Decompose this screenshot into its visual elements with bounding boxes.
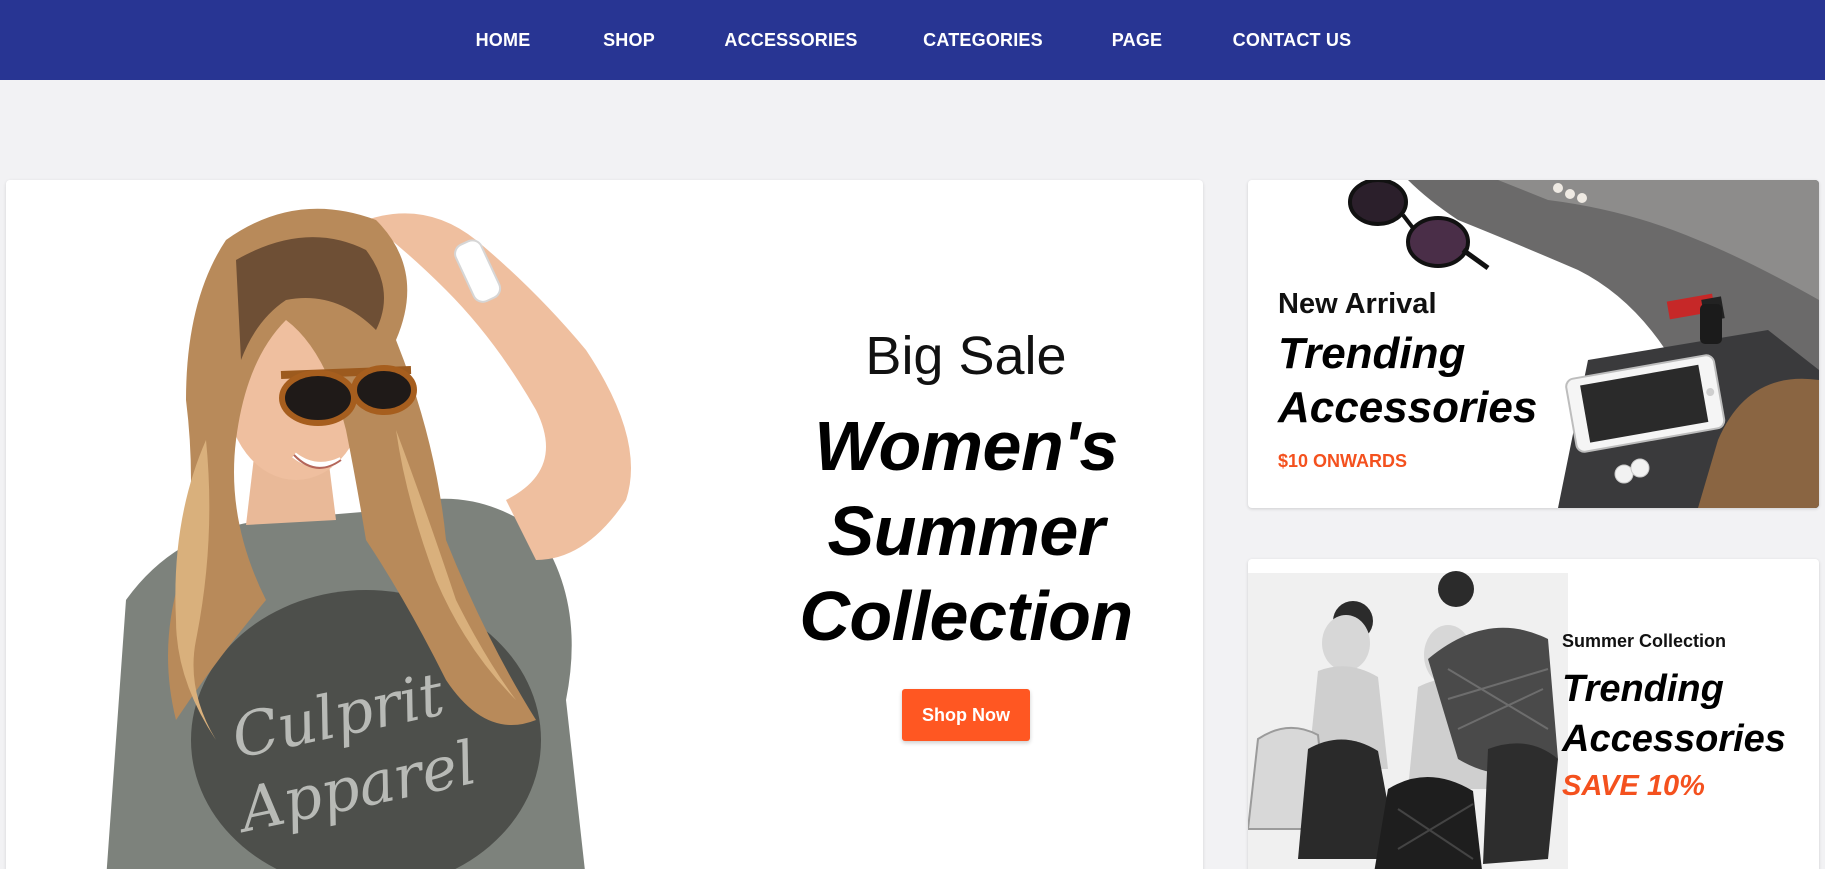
nav-link-categories[interactable]: CATEGORIES	[923, 0, 1043, 80]
nav-link-page[interactable]: PAGE	[1112, 0, 1162, 80]
promo-2-tagline: SAVE 10%	[1562, 770, 1705, 802]
promo-1-text: New Arrival Trending Accessories $10 ONW…	[1278, 288, 1537, 472]
nav-link-shop[interactable]: SHOP	[603, 0, 655, 80]
promo-1-title: Trending Accessories	[1278, 327, 1537, 435]
promo-1-tagline: $10 ONWARDS	[1278, 451, 1408, 471]
promo-1-pretitle: New Arrival	[1278, 288, 1437, 320]
promo-title-line: Accessories	[1278, 383, 1538, 432]
promo-2-text: Summer Collection Trending Accessories S…	[1562, 631, 1786, 803]
top-navbar: HOME SHOP ACCESSORIES CATEGORIES PAGE CO…	[0, 0, 1825, 80]
hero-model-photo: Culprit Apparel	[106, 208, 631, 869]
promo-2-pretitle: Summer Collection	[1562, 631, 1727, 651]
hero-title-line: Women's	[814, 407, 1118, 485]
nav-link-home[interactable]: HOME	[476, 0, 531, 80]
hero-text-block: Big Sale Women's Summer Collection Shop …	[766, 320, 1166, 741]
promo-title-line: Trending	[1278, 329, 1466, 378]
promo-card-summer-collection[interactable]: Summer Collection Trending Accessories S…	[1248, 559, 1819, 869]
hero-banner: Culprit Apparel Big Sale Women's Summer …	[6, 180, 1203, 869]
promo-2-title: Trending Accessories	[1562, 664, 1786, 764]
hero-pretitle: Big Sale	[865, 326, 1067, 386]
promo-title-line: Trending	[1562, 668, 1724, 710]
promo-title-line: Accessories	[1562, 718, 1786, 760]
nav-link-contact-us[interactable]: CONTACT US	[1233, 0, 1352, 80]
nav-link-accessories[interactable]: ACCESSORIES	[724, 0, 857, 80]
shop-now-button[interactable]: Shop Now	[902, 689, 1030, 741]
hero-title-line: Summer	[827, 492, 1105, 570]
hero-title-line: Collection	[799, 577, 1133, 655]
promo-card-new-arrival[interactable]: New Arrival Trending Accessories $10 ONW…	[1248, 180, 1819, 508]
hero-title: Women's Summer Collection	[766, 404, 1166, 659]
